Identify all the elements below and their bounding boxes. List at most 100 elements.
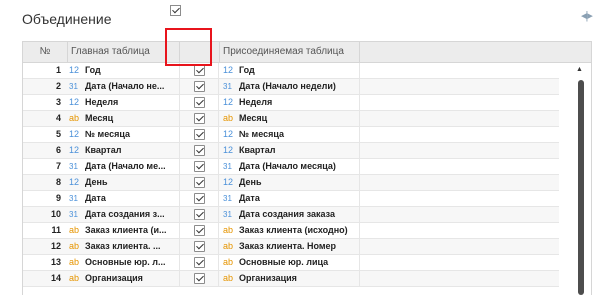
- include-checkbox-cell: [179, 223, 219, 238]
- table-row[interactable]: 12 ab Заказ клиента. ... ab Заказ клиента. Н…: [23, 239, 559, 255]
- empty-cell: [359, 223, 559, 238]
- text-type-icon: ab: [69, 241, 80, 251]
- main-table-field[interactable]: 31 Дата создания з...: [69, 207, 179, 222]
- panel-title: Объединение: [22, 11, 112, 27]
- main-field-label: Дата: [85, 193, 106, 203]
- table-row[interactable]: 10 31 Дата создания з... 31 Дата создания за…: [23, 207, 559, 223]
- joined-table-field[interactable]: 12 № месяца: [219, 127, 359, 142]
- table-row[interactable]: 1 12 Год 12 Год: [23, 63, 559, 79]
- main-table-field[interactable]: 12 Год: [69, 63, 179, 78]
- main-table-field[interactable]: ab Заказ клиента (и...: [69, 223, 179, 238]
- table-row[interactable]: 13 ab Основные юр. л... ab Основные юр. лица: [23, 255, 559, 271]
- include-checkbox[interactable]: [194, 113, 205, 124]
- include-checkbox[interactable]: [194, 177, 205, 188]
- row-number: 1: [55, 65, 61, 75]
- include-checkbox[interactable]: [194, 65, 205, 76]
- main-table-field[interactable]: 12 Квартал: [69, 143, 179, 158]
- include-checkbox[interactable]: [194, 273, 205, 284]
- empty-cell: [359, 191, 559, 206]
- table-row[interactable]: 4 ab Месяц ab Месяц: [23, 111, 559, 127]
- main-table-field[interactable]: 12 Неделя: [69, 95, 179, 110]
- date-type-icon: 31: [223, 210, 232, 219]
- joined-field-label: № месяца: [239, 129, 284, 139]
- table-row[interactable]: 2 31 Дата (Начало не... 31 Дата (Начало неде…: [23, 79, 559, 95]
- text-type-icon: ab: [223, 225, 234, 235]
- table-row[interactable]: 3 12 Неделя 12 Неделя: [23, 95, 559, 111]
- joined-field-label: Дата (Начало недели): [239, 81, 336, 91]
- table-row[interactable]: 14 ab Организация ab Организация: [23, 271, 559, 287]
- row-number: 2: [55, 81, 61, 91]
- joined-field-label: Заказ клиента. Номер: [239, 241, 336, 251]
- row-number: 10: [50, 209, 61, 219]
- date-type-icon: 31: [223, 162, 232, 171]
- table-row[interactable]: 9 31 Дата 31 Дата: [23, 191, 559, 207]
- joined-table-field[interactable]: 12 День: [219, 175, 359, 190]
- joined-table-field[interactable]: 12 Неделя: [219, 95, 359, 110]
- collapse-panel-icon[interactable]: ◂|▸: [581, 9, 593, 22]
- include-checkbox[interactable]: [194, 225, 205, 236]
- joined-table-field[interactable]: 12 Квартал: [219, 143, 359, 158]
- include-checkbox[interactable]: [194, 161, 205, 172]
- main-table-field[interactable]: 31 Дата (Начало не...: [69, 79, 179, 94]
- empty-cell: [359, 255, 559, 270]
- number-type-icon: 12: [69, 129, 80, 139]
- include-checkbox[interactable]: [194, 257, 205, 268]
- main-table-field[interactable]: ab Заказ клиента. ...: [69, 239, 179, 254]
- text-type-icon: ab: [223, 273, 234, 283]
- header-select-all-checkbox[interactable]: [170, 5, 181, 16]
- header-joined-table[interactable]: Присоединяемая таблица: [219, 42, 359, 62]
- include-checkbox-cell: [179, 175, 219, 190]
- joined-table-field[interactable]: 31 Дата: [219, 191, 359, 206]
- main-table-field[interactable]: ab Организация: [69, 271, 179, 286]
- main-table-field[interactable]: 12 День: [69, 175, 179, 190]
- empty-cell: [359, 207, 559, 222]
- include-checkbox-cell: [179, 159, 219, 174]
- joined-table-field[interactable]: 31 Дата (Начало месяца): [219, 159, 359, 174]
- vertical-scrollbar-thumb[interactable]: [578, 80, 584, 295]
- joined-table-field[interactable]: 31 Дата создания заказа: [219, 207, 359, 222]
- table-row[interactable]: 8 12 День 12 День: [23, 175, 559, 191]
- main-field-label: Квартал: [85, 145, 122, 155]
- table-row[interactable]: 7 31 Дата (Начало ме... 31 Дата (Начало меся…: [23, 159, 559, 175]
- main-table-field[interactable]: 31 Дата: [69, 191, 179, 206]
- header-main-table[interactable]: Главная таблица: [69, 42, 179, 62]
- scroll-up-arrow-icon[interactable]: ▲: [576, 66, 583, 73]
- row-number: 13: [50, 257, 61, 267]
- joined-field-label: Заказ клиента (исходно): [239, 225, 348, 235]
- main-table-field[interactable]: 31 Дата (Начало ме...: [69, 159, 179, 174]
- joined-table-field[interactable]: ab Основные юр. лица: [219, 255, 359, 270]
- joined-field-label: День: [239, 177, 262, 187]
- include-checkbox[interactable]: [194, 145, 205, 156]
- table-row[interactable]: 11 ab Заказ клиента (и... ab Заказ клиента (…: [23, 223, 559, 239]
- include-checkbox[interactable]: [194, 129, 205, 140]
- highlight-box: [165, 28, 212, 66]
- main-field-label: Неделя: [85, 97, 119, 107]
- include-checkbox[interactable]: [194, 209, 205, 220]
- row-number: 14: [50, 273, 61, 283]
- main-field-label: № месяца: [85, 129, 130, 139]
- joined-table-field[interactable]: 31 Дата (Начало недели): [219, 79, 359, 94]
- table-row[interactable]: 6 12 Квартал 12 Квартал: [23, 143, 559, 159]
- include-checkbox-cell: [179, 95, 219, 110]
- table-row[interactable]: 5 12 № месяца 12 № месяца: [23, 127, 559, 143]
- main-table-field[interactable]: ab Основные юр. л...: [69, 255, 179, 270]
- row-number: 4: [55, 113, 61, 123]
- main-table-field[interactable]: 12 № месяца: [69, 127, 179, 142]
- include-checkbox[interactable]: [194, 81, 205, 92]
- number-type-icon: 12: [223, 145, 234, 155]
- include-checkbox[interactable]: [194, 193, 205, 204]
- joined-field-label: Дата создания заказа: [239, 209, 335, 219]
- include-checkbox[interactable]: [194, 97, 205, 108]
- date-type-icon: 31: [223, 194, 232, 203]
- text-type-icon: ab: [223, 241, 234, 251]
- include-checkbox[interactable]: [194, 241, 205, 252]
- joined-table-field[interactable]: 12 Год: [219, 63, 359, 78]
- row-number: 7: [55, 161, 61, 171]
- joined-table-field[interactable]: ab Заказ клиента. Номер: [219, 239, 359, 254]
- joined-table-field[interactable]: ab Заказ клиента (исходно): [219, 223, 359, 238]
- joined-field-label: Квартал: [239, 145, 276, 155]
- joined-table-field[interactable]: ab Месяц: [219, 111, 359, 126]
- row-number: 6: [55, 145, 61, 155]
- main-table-field[interactable]: ab Месяц: [69, 111, 179, 126]
- joined-table-field[interactable]: ab Организация: [219, 271, 359, 286]
